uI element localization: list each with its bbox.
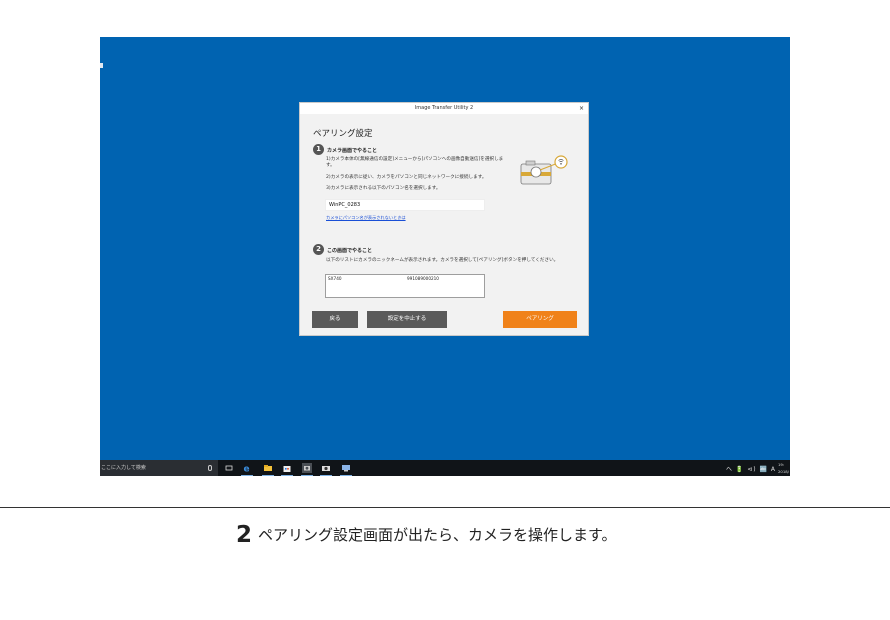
step-1-badge: 1: [313, 144, 324, 155]
step-2-title: この画面でやること: [327, 248, 373, 254]
close-icon[interactable]: ×: [579, 103, 584, 114]
clock[interactable]: 19: 2018/: [778, 461, 790, 475]
file-explorer-icon[interactable]: [263, 463, 273, 473]
taskbar-search[interactable]: ここに入力して検索: [100, 460, 218, 476]
store-active-indicator: [281, 475, 293, 476]
back-button[interactable]: 戻る: [312, 311, 358, 328]
cancel-setup-button[interactable]: 設定を中止する: [367, 311, 447, 328]
dialog-titlebar: Image Transfer Utility 2 ×: [300, 103, 588, 114]
clock-time: 19:: [778, 462, 785, 467]
camera-list[interactable]: SX740 991089000210: [325, 274, 485, 298]
edge-icon[interactable]: e: [242, 463, 252, 474]
microphone-icon[interactable]: [208, 465, 212, 471]
dialog-title: Image Transfer Utility 2: [414, 105, 474, 111]
camera-nickname: SX740: [328, 276, 342, 281]
step-1-line-4: 3)カメラに表示される以下のパソコン名を選択します。: [326, 186, 441, 191]
explorer-active-indicator: [262, 475, 274, 476]
desktop-screen: Image Transfer Utility 2 × ペアリング設定 1 カメラ…: [100, 37, 790, 476]
app-active-indicator: [301, 475, 313, 476]
camera-serial: 991089000210: [407, 276, 439, 281]
step-1-title: カメラ画面でやること: [327, 148, 378, 154]
network-app-icon[interactable]: [341, 463, 351, 473]
step-2-badge: 2: [313, 244, 324, 255]
edge-active-indicator: [241, 475, 253, 476]
camera-app-icon[interactable]: [321, 463, 331, 473]
camera-wifi-illustration: [520, 155, 568, 185]
clock-date: 2018/: [778, 469, 789, 474]
pc-name-field: WinPC_0283: [325, 199, 485, 211]
step-1-line-1: 1)カメラ本体の[無線通信の設定]メニューから[パソコンへの画像自動送信]を選択…: [326, 157, 504, 162]
step-2-text: 以下のリストにカメラのニックネームが表示されます。カメラを選択して[ペアリング]…: [326, 258, 559, 263]
camera-app-active-indicator: [320, 475, 332, 476]
dialog-heading: ペアリング設定: [313, 129, 373, 139]
step-caption: 2 ペアリング設定画面が出たら、カメラを操作します。: [236, 522, 617, 548]
system-tray[interactable]: へ 🔋 ⊲) 🔤 A: [726, 464, 776, 473]
camera-list-row[interactable]: SX740 991089000210: [328, 276, 483, 282]
step-1-line-2: す。: [326, 163, 335, 168]
taskbar: ここに入力して検索 e へ 🔋 ⊲) 🔤 A 19: 2018/: [100, 460, 790, 476]
store-icon[interactable]: [282, 463, 292, 473]
desktop-icon-fragment: [100, 63, 103, 68]
help-link[interactable]: カメラにパソコン名が表示されないときは: [326, 215, 406, 221]
task-view-icon[interactable]: [224, 463, 234, 473]
step-1-line-3: 2)カメラの表示に従い、カメラをパソコンと同じネットワークに接続します。: [326, 175, 487, 180]
pairing-dialog: Image Transfer Utility 2 × ペアリング設定 1 カメラ…: [299, 102, 589, 336]
search-placeholder: ここに入力して検索: [101, 465, 146, 471]
network-app-active-indicator: [340, 475, 352, 476]
divider: [0, 507, 890, 508]
pairing-button[interactable]: ペアリング: [503, 311, 577, 328]
caption-text: ペアリング設定画面が出たら、カメラを操作します。: [258, 526, 617, 544]
svg-text:e: e: [244, 465, 250, 474]
image-transfer-app-icon[interactable]: [302, 463, 312, 473]
caption-step-number: 2: [236, 522, 253, 548]
